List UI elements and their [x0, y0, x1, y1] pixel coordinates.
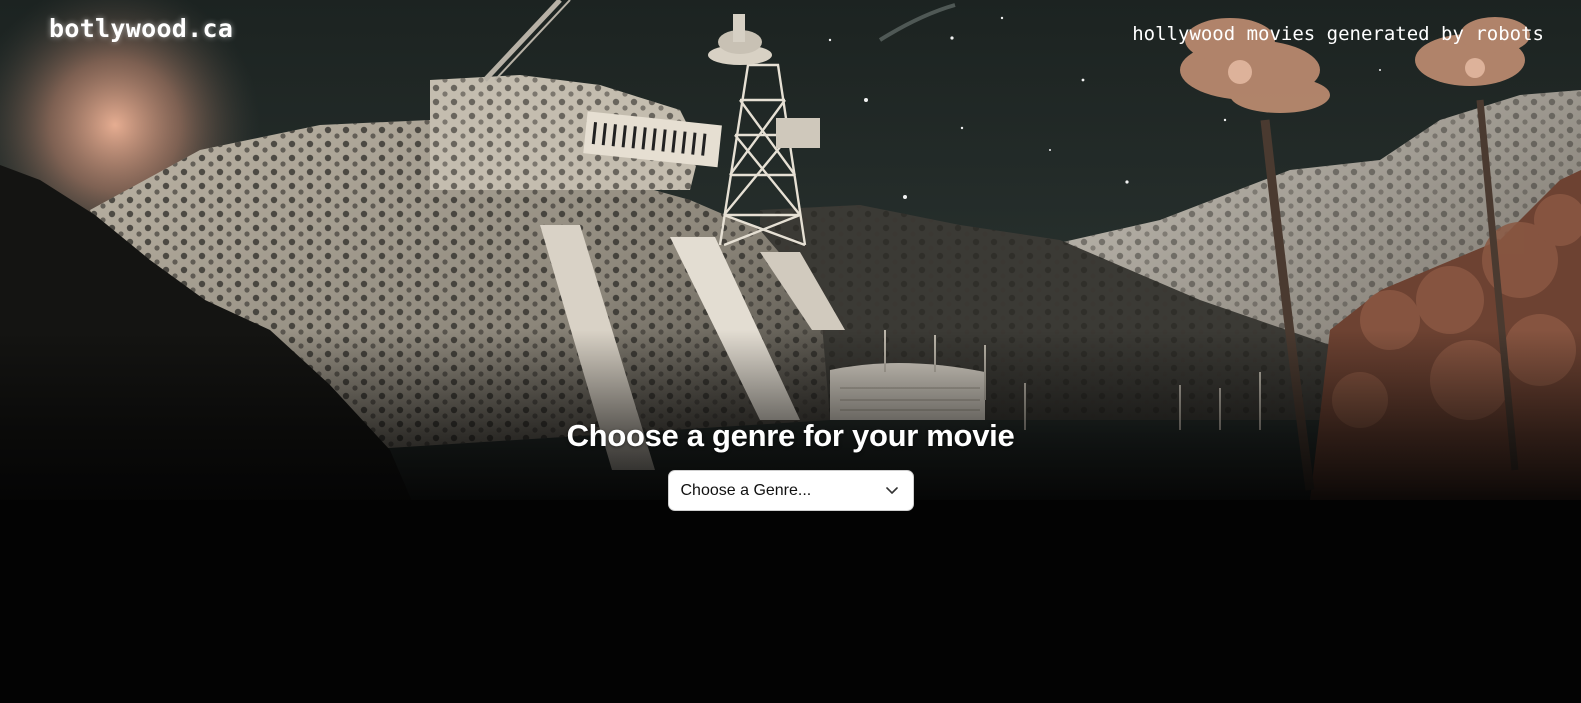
- genre-picker: Choose a genre for your movie Choose a G…: [0, 418, 1581, 511]
- hero-illustration: [0, 0, 1581, 703]
- genre-select[interactable]: Choose a Genre...: [667, 470, 914, 511]
- page-heading: Choose a genre for your movie: [566, 418, 1015, 453]
- site-tagline: hollywood movies generated by robots: [1132, 23, 1544, 45]
- chevron-down-icon: [885, 484, 899, 498]
- site-logo[interactable]: botlywood.ca: [49, 14, 233, 43]
- genre-select-value: Choose a Genre...: [680, 481, 812, 499]
- hero-background: [0, 0, 1581, 703]
